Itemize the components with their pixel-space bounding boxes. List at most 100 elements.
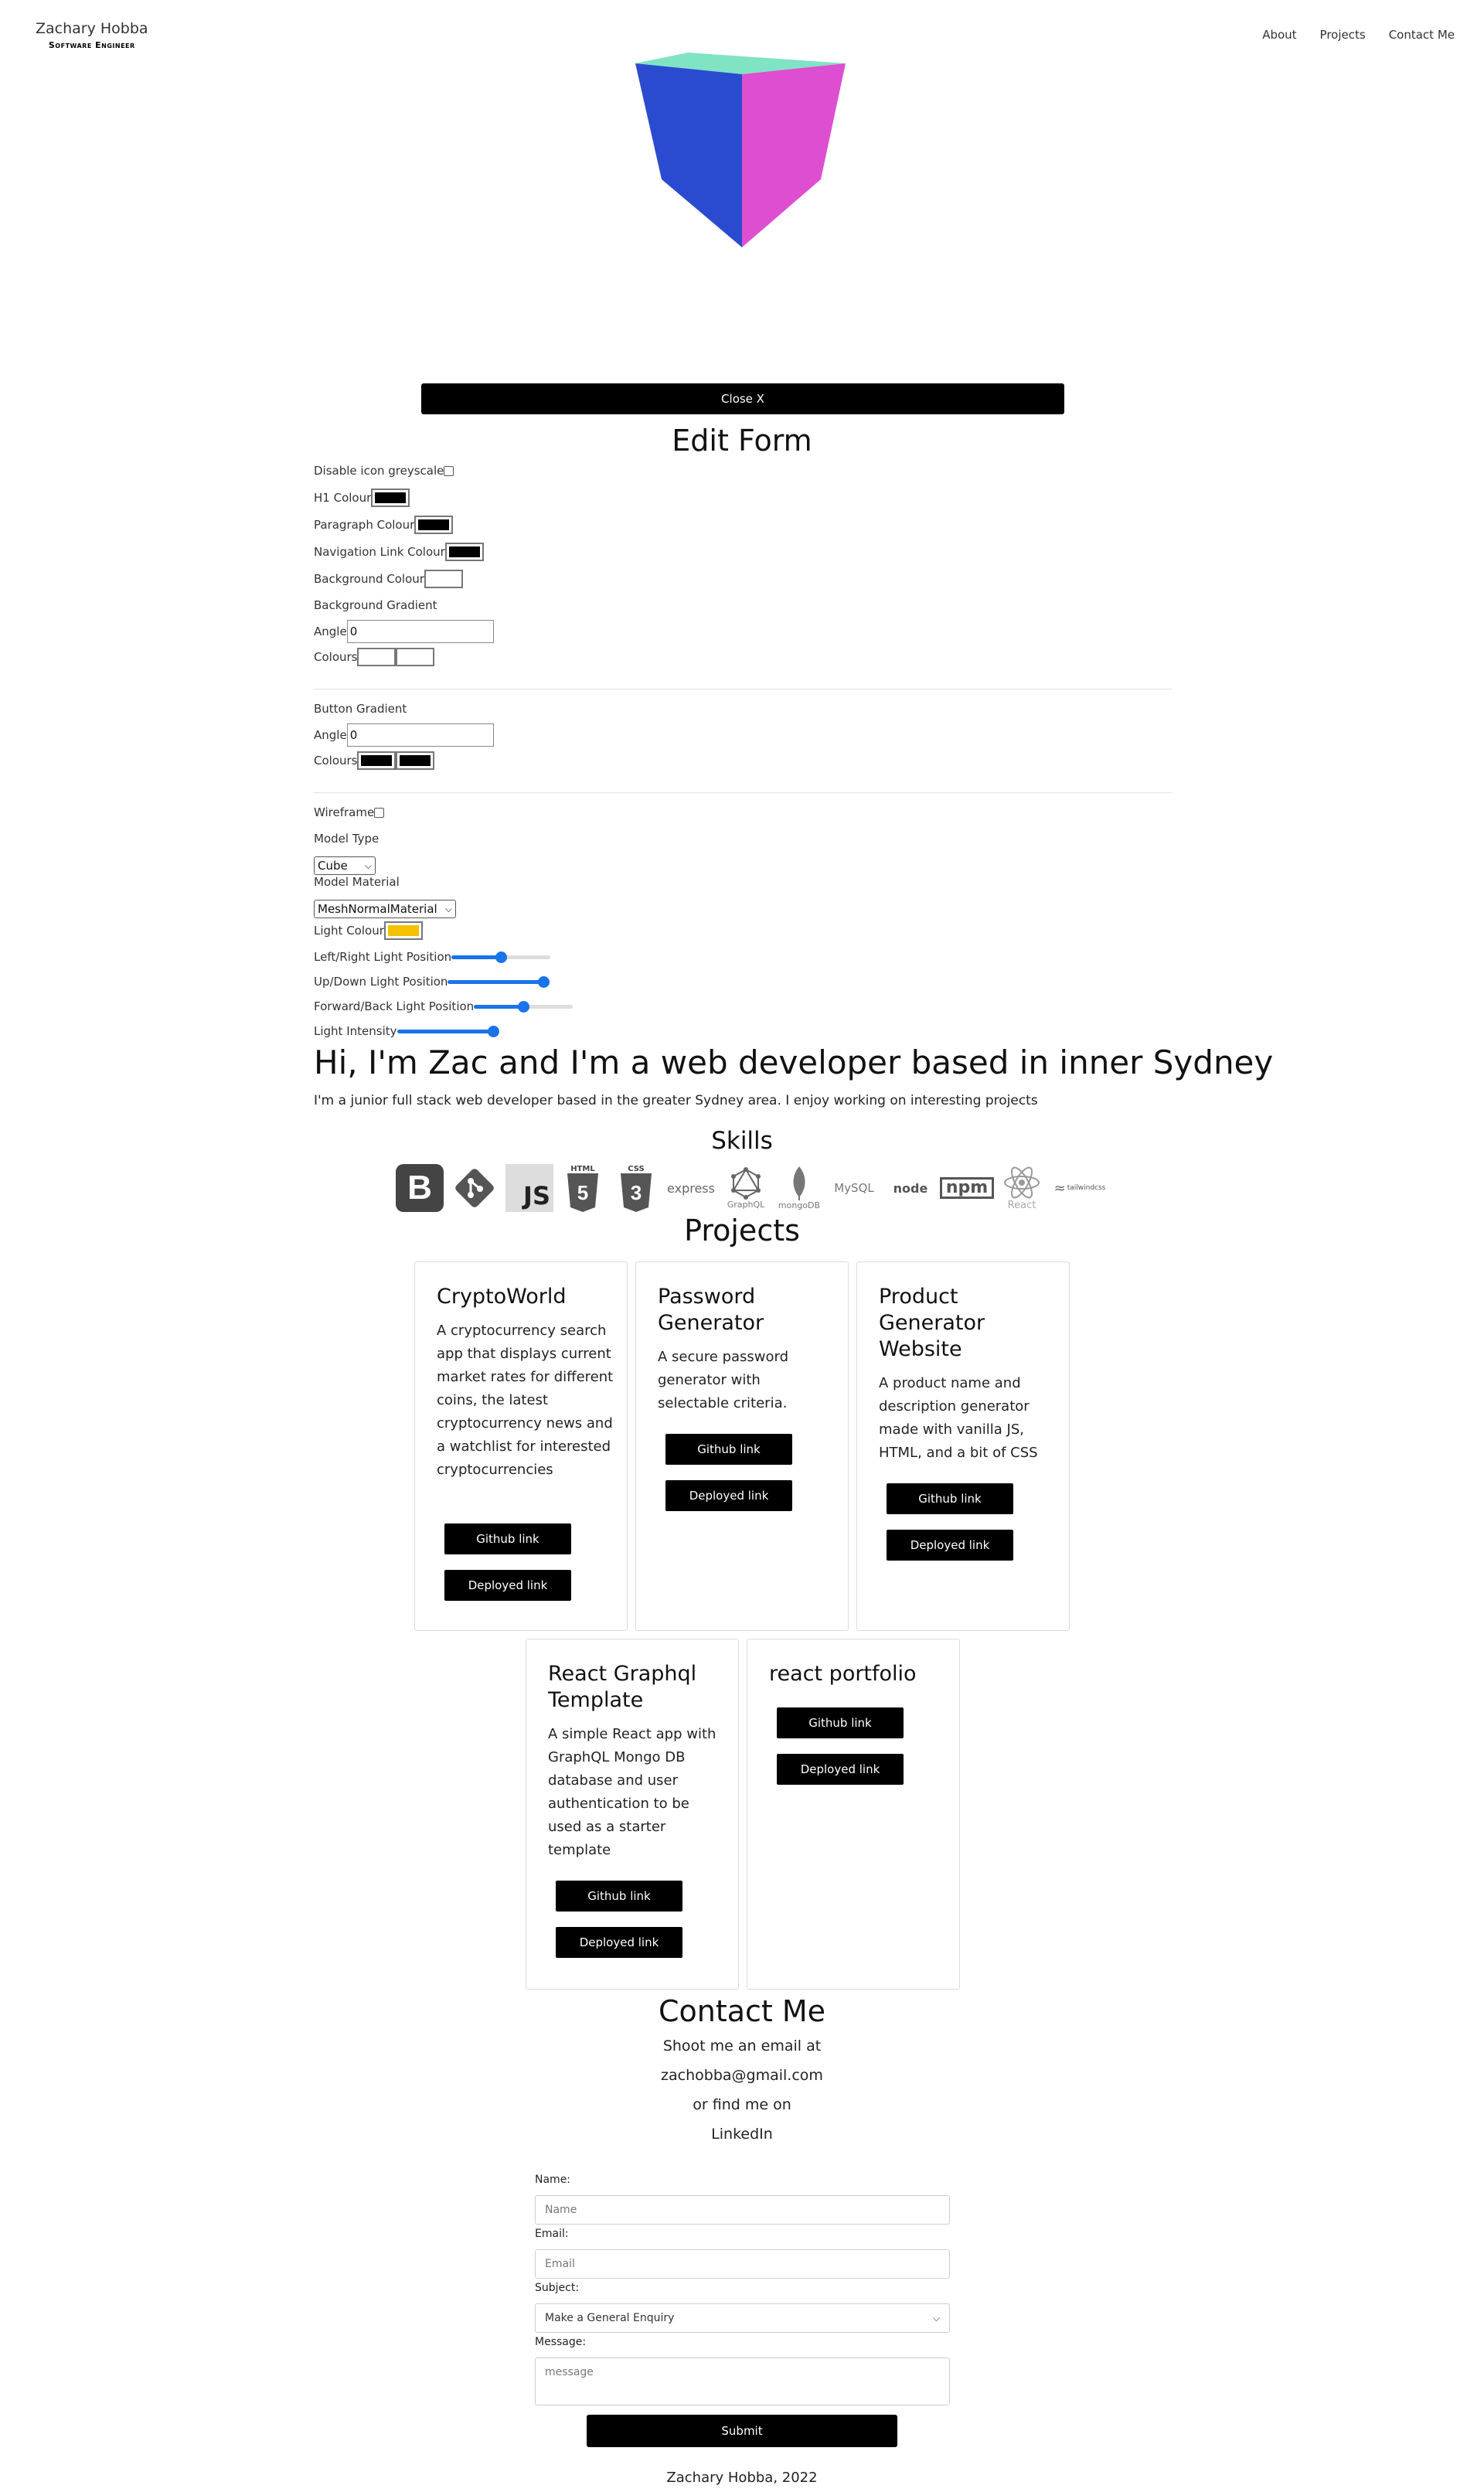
github-link-button[interactable]: Github link <box>887 1483 1013 1514</box>
deployed-link-button[interactable]: Deployed link <box>556 1927 682 1958</box>
paragraph-colour-picker[interactable] <box>414 516 454 534</box>
nav-link-colour-picker[interactable] <box>444 543 484 561</box>
deployed-link-button[interactable]: Deployed link <box>777 1754 904 1785</box>
model-type-select[interactable]: Cube ⌵ <box>314 856 376 875</box>
btn-colours-label: Colours <box>314 754 358 768</box>
nav-link-colour-row: Navigation Link Colour <box>314 543 484 561</box>
main-nav: About Projects Contact Me <box>1262 28 1455 42</box>
deployed-link-button[interactable]: Deployed link <box>665 1480 792 1511</box>
project-description: A simple React app with GraphQL Mongo DB… <box>548 1726 716 1858</box>
contact-email-intro: Shoot me an email at <box>662 2038 822 2055</box>
project-title: react portfolio <box>769 1662 917 1686</box>
contact-linkedin-link[interactable]: LinkedIn <box>0 2126 1484 2143</box>
brand-subtitle: Software Engineer <box>48 40 135 50</box>
ud-light-row: Up/Down Light Position <box>314 972 550 991</box>
ud-light-label: Up/Down Light Position <box>314 975 448 989</box>
edit-form-title: Edit Form <box>672 424 812 458</box>
github-link-button[interactable]: Github link <box>665 1434 792 1465</box>
model-material-heading: Model Material <box>314 875 400 889</box>
react-icon: React <box>998 1163 1046 1214</box>
project-title: React Graphql Template <box>548 1662 697 1712</box>
lr-light-label: Left/Right Light Position <box>314 950 452 964</box>
ud-light-slider[interactable] <box>448 972 550 991</box>
h1-colour-picker[interactable] <box>371 489 410 507</box>
name-field[interactable]: Name <box>535 2195 950 2225</box>
submit-button[interactable]: Submit <box>587 2415 897 2447</box>
email-label: Email: <box>535 2228 569 2240</box>
paragraph-colour-label: Paragraph Colour <box>314 518 415 532</box>
bg-angle-label: Angle <box>314 625 347 638</box>
wireframe-checkbox[interactable] <box>374 807 385 818</box>
model-material-label: Model Material <box>314 875 400 889</box>
lr-light-slider[interactable] <box>451 948 551 966</box>
github-link-button[interactable]: Github link <box>556 1881 682 1912</box>
nodejs-icon: node <box>893 1180 928 1196</box>
contact-title: Contact Me <box>658 1994 826 2028</box>
fb-light-slider[interactable] <box>474 997 574 1016</box>
subject-label: Subject: <box>535 2282 580 2294</box>
model-type-label: Model Type <box>314 832 380 846</box>
hero-description: I'm a junior full stack web developer ba… <box>314 1093 1038 1108</box>
subject-select[interactable]: Make a General Enquiry ⌵ <box>535 2303 950 2333</box>
btn-angle-input[interactable]: 0 <box>346 723 494 747</box>
chevron-down-icon: ⌵ <box>444 903 452 914</box>
background-gradient-label: Background Gradient <box>314 598 437 612</box>
contact-linkedin-intro: or find me on <box>693 2096 791 2113</box>
chevron-down-icon: ⌵ <box>364 860 372 871</box>
bg-angle-row: Angle 0 <box>314 620 494 643</box>
contact-email-link[interactable]: zachobba@gmail.com <box>0 2067 1484 2084</box>
disable-greyscale-row: Disable icon greyscale <box>314 464 454 478</box>
model-type-value: Cube <box>318 859 348 873</box>
github-link-button[interactable]: Github link <box>777 1707 904 1738</box>
deployed-link-button[interactable]: Deployed link <box>887 1530 1013 1561</box>
project-title: Product Generator Website <box>879 1285 985 1361</box>
bg-angle-input[interactable]: 0 <box>346 620 494 643</box>
wireframe-row: Wireframe <box>314 805 385 819</box>
message-textarea[interactable]: message <box>535 2358 950 2405</box>
git-icon <box>449 1163 500 1214</box>
project-card-password-generator: Password Generator A secure password gen… <box>635 1261 849 1631</box>
h1-colour-row: H1 Colour <box>314 489 410 507</box>
background-colour-label: Background Colour <box>314 572 424 586</box>
btn-colour-1-picker[interactable] <box>357 751 397 770</box>
paragraph-colour-row: Paragraph Colour <box>314 516 454 534</box>
hero-heading: Hi, I'm Zac and I'm a web developer base… <box>314 1043 1274 1081</box>
light-colour-picker[interactable] <box>383 921 423 940</box>
nav-link-projects[interactable]: Projects <box>1320 28 1366 42</box>
nav-link-contact[interactable]: Contact Me <box>1389 28 1455 42</box>
project-description: A cryptocurrency search app that display… <box>437 1323 614 1478</box>
project-title: CryptoWorld <box>437 1285 567 1309</box>
skills-icon-row: B JS HTML 5 CSS 3 express GraphQL mongoD… <box>396 1161 1105 1215</box>
brand[interactable]: Zachary Hobba Software Engineer <box>36 20 148 50</box>
divider <box>314 792 1172 793</box>
bg-colours-label: Colours <box>314 650 358 664</box>
intensity-slider[interactable] <box>397 1022 499 1040</box>
project-card-cryptoworld: CryptoWorld A cryptocurrency search app … <box>414 1261 628 1631</box>
wireframe-label: Wireframe <box>314 805 375 819</box>
btn-colour-2-picker[interactable] <box>396 751 435 770</box>
footer-copyright: Zachary Hobba, 2022 <box>666 2470 818 2486</box>
project-card-react-portfolio: react portfolio Github link Deployed lin… <box>747 1639 960 1990</box>
bg-colour-1-picker[interactable] <box>357 648 397 666</box>
background-colour-picker[interactable] <box>424 570 463 588</box>
intensity-row: Light Intensity <box>314 1022 499 1040</box>
mongodb-icon: mongoDB <box>775 1163 823 1214</box>
background-colour-row: Background Colour <box>314 570 463 588</box>
model-material-select[interactable]: MeshNormalMaterial ⌵ <box>314 900 456 918</box>
chevron-down-icon: ⌵ <box>932 2312 940 2323</box>
bootstrap-icon: B <box>396 1164 444 1212</box>
deployed-link-button[interactable]: Deployed link <box>444 1570 571 1601</box>
close-edit-form-button[interactable]: Close X <box>421 383 1064 414</box>
github-link-button[interactable]: Github link <box>444 1523 571 1554</box>
3d-cube-model[interactable] <box>632 51 849 249</box>
nav-link-about[interactable]: About <box>1262 28 1296 42</box>
message-label: Message: <box>535 2336 587 2348</box>
email-field[interactable]: Email <box>535 2249 950 2279</box>
disable-greyscale-checkbox[interactable] <box>444 465 454 476</box>
model-material-row: MeshNormalMaterial ⌵ <box>314 900 456 918</box>
name-label: Name: <box>535 2174 571 2186</box>
tailwindcss-icon: ≈ tailwindcss <box>1053 1180 1106 1197</box>
bg-colour-2-picker[interactable] <box>396 648 435 666</box>
h1-colour-label: H1 Colour <box>314 491 372 505</box>
npm-icon: npm <box>939 1177 995 1199</box>
